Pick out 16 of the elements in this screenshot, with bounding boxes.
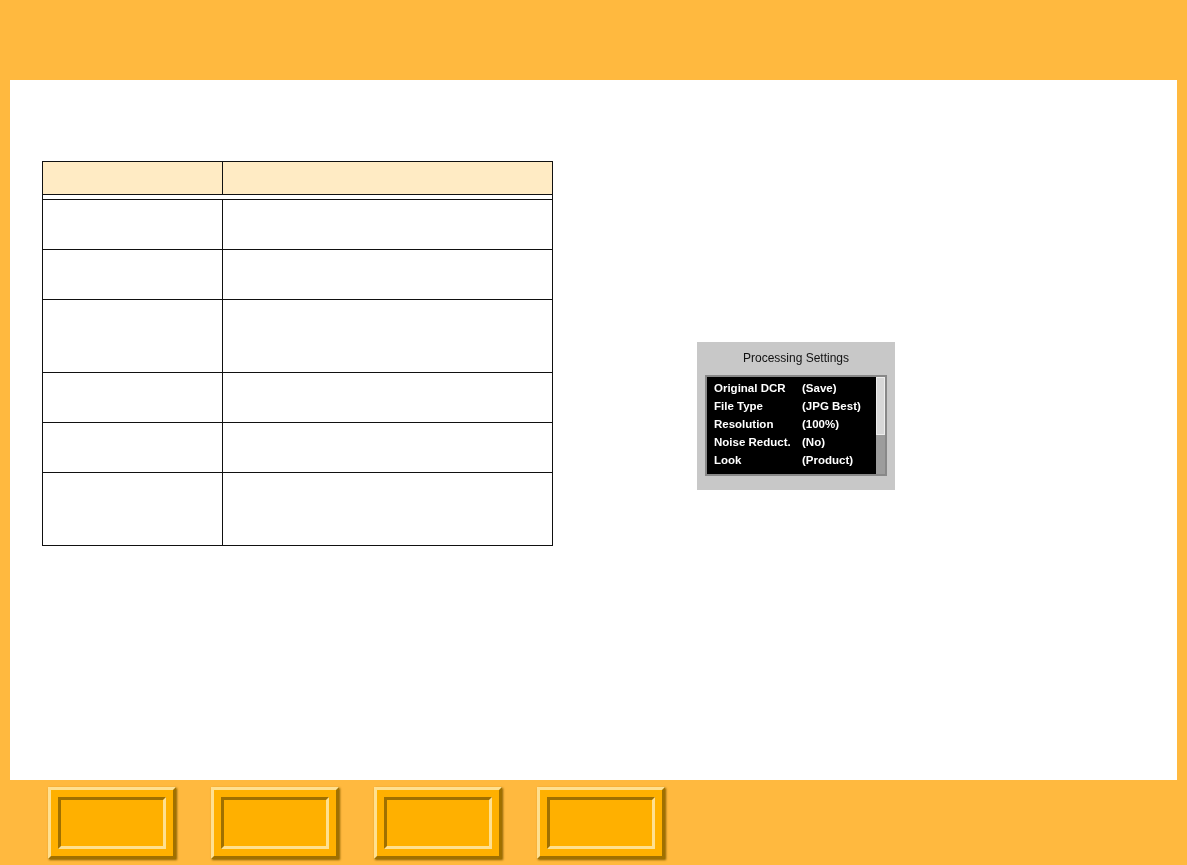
setting-label: Noise Reduct.: [714, 435, 792, 450]
panel-title: Processing Settings: [742, 351, 850, 365]
scrollbar[interactable]: [876, 377, 885, 474]
setting-label: Original DCR: [714, 381, 787, 396]
setting-value: (JPG Best): [802, 399, 862, 414]
setting-label: Resolution: [714, 417, 775, 432]
setting-value: (100%): [802, 417, 841, 432]
setting-value: (Save): [802, 381, 838, 396]
setting-label: File Type: [714, 399, 764, 414]
nav-button[interactable]: [537, 786, 665, 859]
nav-button[interactable]: [211, 786, 339, 859]
setting-label: Look: [714, 453, 743, 468]
setting-value: (No): [802, 435, 826, 450]
nav-button[interactable]: [374, 786, 502, 859]
nav-button[interactable]: [48, 786, 176, 859]
setting-value: (Product): [802, 453, 855, 468]
